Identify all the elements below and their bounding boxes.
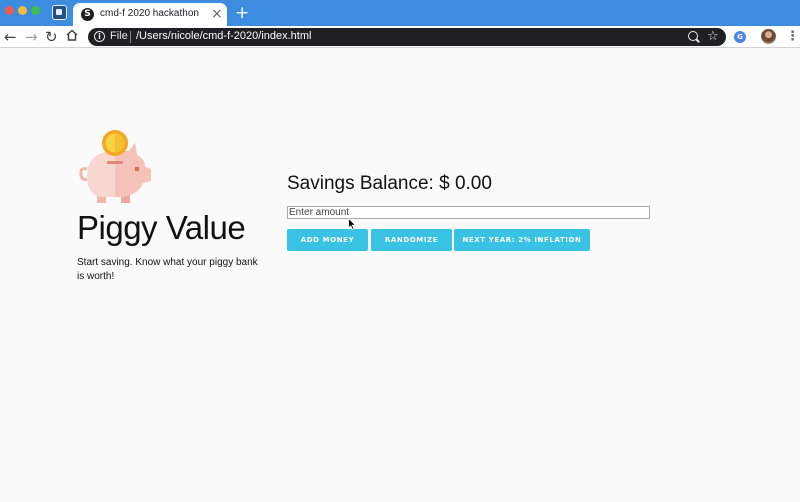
balance-label: Savings Balance:	[287, 173, 434, 194]
profile-avatar[interactable]	[761, 29, 776, 44]
extension-icon[interactable]: G	[734, 31, 746, 43]
app-tagline: Start saving. Know what your piggy bank …	[77, 257, 258, 282]
next-year-inflation-button[interactable]: NEXT YEAR: 2% INFLATION	[454, 229, 590, 251]
url-divider	[130, 31, 131, 43]
home-icon[interactable]	[66, 29, 78, 41]
menu-icon[interactable]: ⋮	[786, 27, 799, 47]
tab-search-icon[interactable]	[52, 5, 67, 20]
browser-tab-active[interactable]: S cmd-f 2020 hackathon ×	[73, 3, 227, 26]
back-button[interactable]: ←	[4, 27, 17, 47]
app-title: Piggy Value	[77, 209, 246, 246]
savings-balance: Savings Balance: $ 0.00	[287, 173, 492, 195]
tab-title: cmd-f 2020 hackathon	[100, 8, 199, 19]
url-text[interactable]: /Users/nicole/cmd-f-2020/index.html	[136, 30, 311, 42]
new-tab-button[interactable]: +	[235, 4, 249, 22]
url-scheme: File	[110, 30, 128, 42]
forward-button[interactable]: →	[25, 27, 38, 47]
address-bar[interactable]: i File /Users/nicole/cmd-f-2020/index.ht…	[88, 28, 726, 46]
browser-toolbar: ← → ↻ i File /Users/nicole/cmd-f-2020/in…	[0, 26, 800, 48]
window-close-button[interactable]	[5, 6, 14, 15]
zoom-icon[interactable]	[688, 31, 698, 41]
browser-tab-bar: S cmd-f 2020 hackathon × +	[0, 0, 800, 26]
balance-value: $ 0.00	[439, 173, 492, 194]
mouse-cursor-icon	[348, 218, 356, 230]
reload-button[interactable]: ↻	[45, 27, 58, 47]
window-maximize-button[interactable]	[31, 6, 40, 15]
star-icon[interactable]: ☆	[707, 28, 719, 46]
page-viewport: Piggy Value Start saving. Know what your…	[0, 49, 800, 502]
randomize-button[interactable]: RANDOMIZE	[371, 229, 452, 251]
add-money-button[interactable]: ADD MONEY	[287, 229, 368, 251]
window-minimize-button[interactable]	[18, 6, 27, 15]
info-icon[interactable]: i	[94, 31, 105, 42]
piggy-bank-coin-icon	[79, 130, 151, 203]
amount-input[interactable]	[287, 206, 650, 219]
tab-close-icon[interactable]: ×	[211, 6, 223, 22]
favicon-icon: S	[81, 8, 94, 21]
